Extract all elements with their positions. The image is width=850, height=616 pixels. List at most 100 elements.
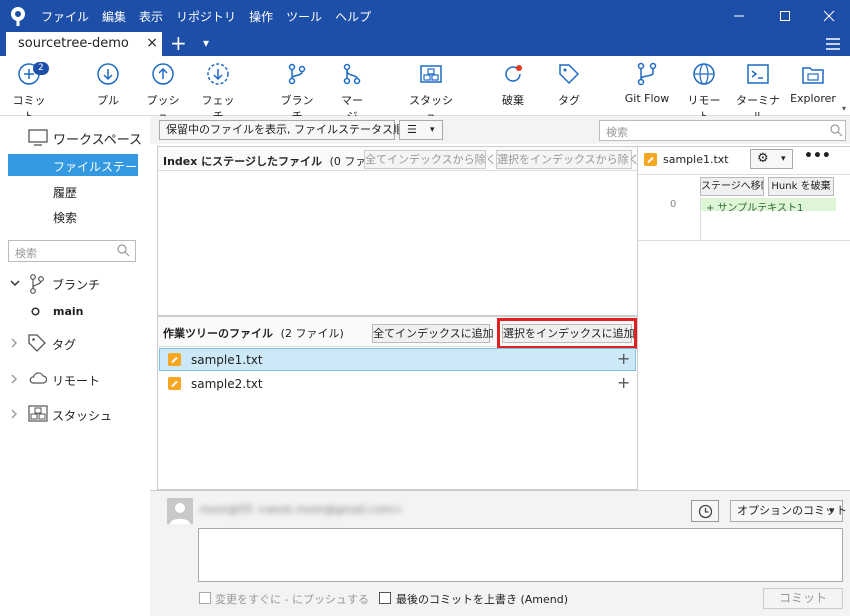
close-window-button[interactable] — [806, 0, 850, 32]
commit-options-dropdown[interactable]: オプションのコミット ▾ — [730, 500, 847, 522]
tag-icon — [28, 334, 46, 352]
commit-count-badge: 2 — [33, 62, 49, 75]
more-options-icon[interactable]: ••• — [804, 148, 831, 164]
menu-tools[interactable]: ツール — [286, 8, 322, 25]
minimize-button[interactable] — [716, 0, 762, 32]
fetch-button[interactable]: フェッチ — [200, 62, 236, 124]
maximize-icon — [780, 11, 790, 21]
push-immediately-checkbox[interactable] — [199, 592, 211, 604]
toolbar-overflow-icon[interactable]: ▾ — [842, 104, 846, 113]
tab-close-icon[interactable]: × — [146, 35, 158, 51]
sidebar-search-input[interactable]: 検索 — [8, 240, 136, 262]
stash-icon — [420, 65, 442, 83]
amend-checkbox[interactable] — [379, 592, 391, 604]
tab-sourcetree-demo[interactable]: sourcetree-demo × — [6, 32, 162, 56]
stage-file-plus-icon[interactable]: + — [617, 375, 630, 391]
stash-button[interactable]: スタッシュ — [406, 62, 456, 124]
commit-author: mom@55 <work.mom@gmail.com> — [200, 503, 402, 516]
terminal-icon — [747, 64, 769, 84]
gitflow-icon — [637, 62, 657, 86]
branch-button[interactable]: ブランチ — [278, 62, 316, 124]
toolbar: コミット 2 プル プッシュ フェッチ ブランチ マージ スタッシュ 破棄 タグ… — [0, 56, 850, 123]
pull-button[interactable]: プル — [92, 62, 124, 108]
unstaged-count: (2 ファイル) — [280, 327, 344, 340]
commit-submit-button[interactable]: コミット — [763, 588, 843, 609]
gitflow-button[interactable]: Git Flow — [624, 62, 670, 105]
menu-bar: ファイル 編集 表示 リポジトリ 操作 ツール ヘルプ — [41, 8, 384, 25]
hamburger-menu-icon[interactable] — [826, 37, 840, 51]
stash-icon — [28, 405, 48, 422]
diff-bottom-divider — [638, 240, 850, 241]
sidebar-remotes-header[interactable]: リモート — [52, 372, 100, 389]
stage-all-button[interactable]: 全てインデックスに追加 — [372, 324, 494, 343]
terminal-button[interactable]: ターミナル — [734, 62, 782, 124]
tab-bar: sourcetree-demo × + ▾ — [0, 32, 850, 56]
chevron-down-icon: ▾ — [781, 154, 786, 164]
new-tab-button[interactable]: + — [170, 32, 187, 54]
merge-button[interactable]: マージ — [336, 62, 368, 124]
branch-icon — [30, 274, 44, 294]
user-icon — [170, 503, 190, 524]
sidebar-tags-header[interactable]: タグ — [52, 336, 76, 353]
sourcetree-logo-icon — [11, 7, 25, 26]
sidebar-item-search[interactable]: 検索 — [53, 209, 77, 226]
stage-file-plus-icon[interactable]: + — [617, 351, 630, 367]
chevron-down-icon[interactable] — [10, 280, 20, 288]
discard-hunk-button[interactable]: Hunk を破棄 — [768, 177, 834, 196]
list-icon: ☰ — [407, 123, 417, 136]
gitflow-label: Git Flow — [624, 92, 670, 105]
chevron-right-icon[interactable] — [11, 409, 19, 419]
push-icon — [152, 63, 174, 85]
stage-hunk-button[interactable]: ステージへ移動 — [700, 177, 764, 196]
title-bar: ファイル 編集 表示 リポジトリ 操作 ツール ヘルプ — [0, 0, 850, 32]
menu-view[interactable]: 表示 — [139, 8, 163, 25]
sidebar-search-placeholder: 検索 — [15, 247, 37, 260]
sidebar-branches-header[interactable]: ブランチ — [52, 276, 100, 293]
commit-history-button[interactable] — [691, 500, 719, 522]
diff-settings-dropdown[interactable]: ⚙ ▾ — [750, 149, 793, 169]
diff-line-text: + サンプルテキスト1 — [706, 203, 804, 214]
explorer-icon — [802, 67, 824, 84]
tag-button[interactable]: タグ — [556, 62, 582, 108]
sidebar-branch-main[interactable]: main — [53, 305, 84, 318]
file-filter-dropdown[interactable]: 保留中のファイルを表示, ファイルステータス順 — [159, 120, 404, 140]
discard-button[interactable]: 破棄 — [498, 62, 528, 108]
remote-button[interactable]: リモート — [686, 62, 722, 124]
menu-file[interactable]: ファイル — [41, 8, 89, 25]
staged-files-pane — [157, 146, 638, 316]
stage-selected-button[interactable]: 選択をインデックスに追加 — [502, 324, 635, 343]
explorer-button[interactable]: Explorer — [790, 62, 836, 105]
view-mode-dropdown[interactable]: ☰ ▾ — [399, 120, 443, 140]
push-button[interactable]: プッシュ — [144, 62, 182, 124]
chevron-right-icon[interactable] — [11, 338, 19, 348]
file-filter-label: 保留中のファイルを表示, ファイルステータス順 — [166, 123, 404, 136]
menu-actions[interactable]: 操作 — [249, 8, 273, 25]
tab-dropdown-icon[interactable]: ▾ — [203, 36, 209, 50]
sidebar-stashes-header[interactable]: スタッシュ — [52, 407, 112, 424]
amend-label: 最後のコミットを上書き (Amend) — [396, 593, 569, 606]
close-icon — [823, 10, 835, 22]
gutter-divider — [700, 198, 701, 240]
clock-icon — [698, 504, 713, 519]
file-name-sample1: sample1.txt — [191, 353, 263, 367]
branch-icon — [288, 63, 306, 85]
menu-edit[interactable]: 編集 — [102, 8, 126, 25]
search-icon — [117, 244, 130, 257]
avatar — [167, 498, 193, 524]
tag-icon — [559, 64, 580, 85]
menu-help[interactable]: ヘルプ — [335, 8, 371, 25]
chevron-right-icon[interactable] — [11, 374, 19, 384]
push-immediately-label: 変更をすぐに - にプッシュする — [215, 593, 369, 606]
commit-message-input[interactable] — [198, 528, 843, 582]
file-search-input[interactable]: 検索 — [599, 120, 846, 141]
sidebar-item-history[interactable]: 履歴 — [53, 184, 77, 201]
menu-repository[interactable]: リポジトリ — [176, 8, 236, 25]
search-icon — [830, 124, 843, 137]
file-name-sample2: sample2.txt — [191, 377, 263, 391]
unstage-selected-button[interactable]: 選択をインデックスから除く — [496, 150, 640, 169]
current-branch-icon — [31, 307, 40, 316]
unstage-all-button[interactable]: 全てインデックスから除く — [364, 150, 497, 169]
diff-line-number: 0 — [670, 199, 677, 210]
modified-file-icon — [644, 153, 657, 166]
maximize-button[interactable] — [762, 0, 808, 32]
